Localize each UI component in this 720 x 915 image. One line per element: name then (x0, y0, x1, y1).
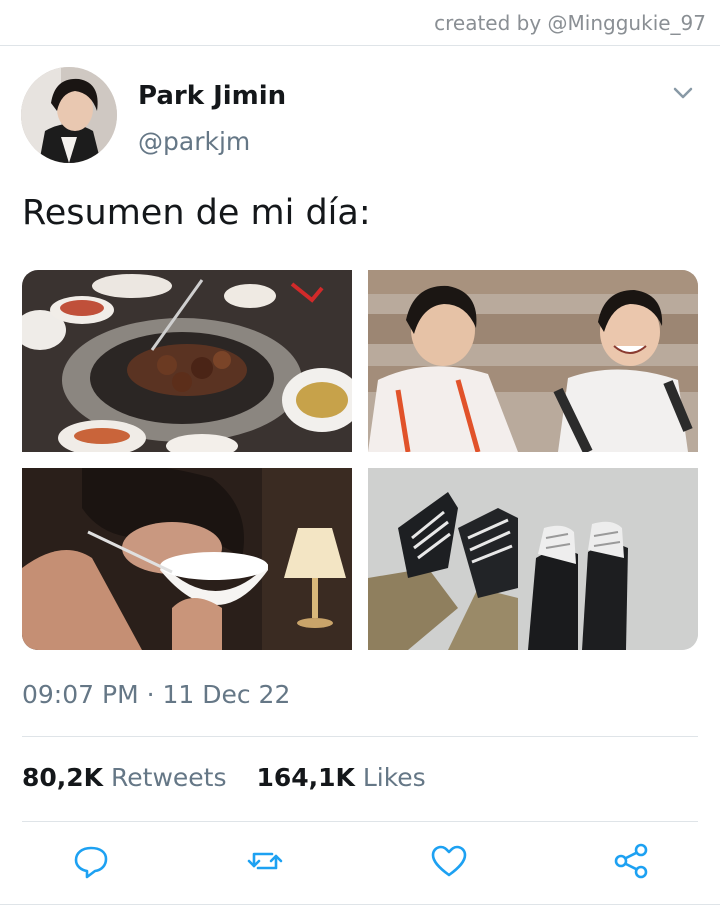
photo-ice-skates[interactable] (368, 468, 698, 650)
like-count[interactable]: 164,1K (256, 763, 354, 792)
retweet-icon[interactable] (246, 842, 284, 880)
divider (22, 821, 698, 822)
reply-icon[interactable] (72, 842, 110, 880)
media-grid (22, 270, 698, 650)
tweet-text: Resumen de mi día: (22, 193, 371, 233)
retweet-count[interactable]: 80,2K (22, 763, 103, 792)
divider (22, 736, 698, 737)
photo-two-people-laughing[interactable] (368, 270, 698, 452)
share-icon[interactable] (612, 842, 650, 880)
chevron-down-icon[interactable] (671, 84, 695, 102)
credit-bar: created by @Minggukie_97 (0, 0, 720, 46)
tweet-timestamp[interactable]: 09:07 PM · 11 Dec 22 (22, 680, 290, 709)
author-handle[interactable]: @parkjm (138, 127, 250, 156)
photo-person-eating-from-bowl[interactable] (22, 468, 352, 650)
like-label[interactable]: Likes (363, 763, 426, 792)
avatar[interactable] (21, 67, 117, 163)
engagement-stats: 80,2K Retweets 164,1K Likes (22, 763, 448, 792)
like-icon[interactable] (430, 842, 468, 880)
divider (0, 904, 720, 905)
credit-text: created by @Minggukie_97 (434, 11, 706, 35)
photo-bbq-grill[interactable] (22, 270, 352, 452)
retweet-label[interactable]: Retweets (111, 763, 226, 792)
author-name[interactable]: Park Jimin (138, 81, 286, 111)
avatar-photo (21, 67, 117, 163)
